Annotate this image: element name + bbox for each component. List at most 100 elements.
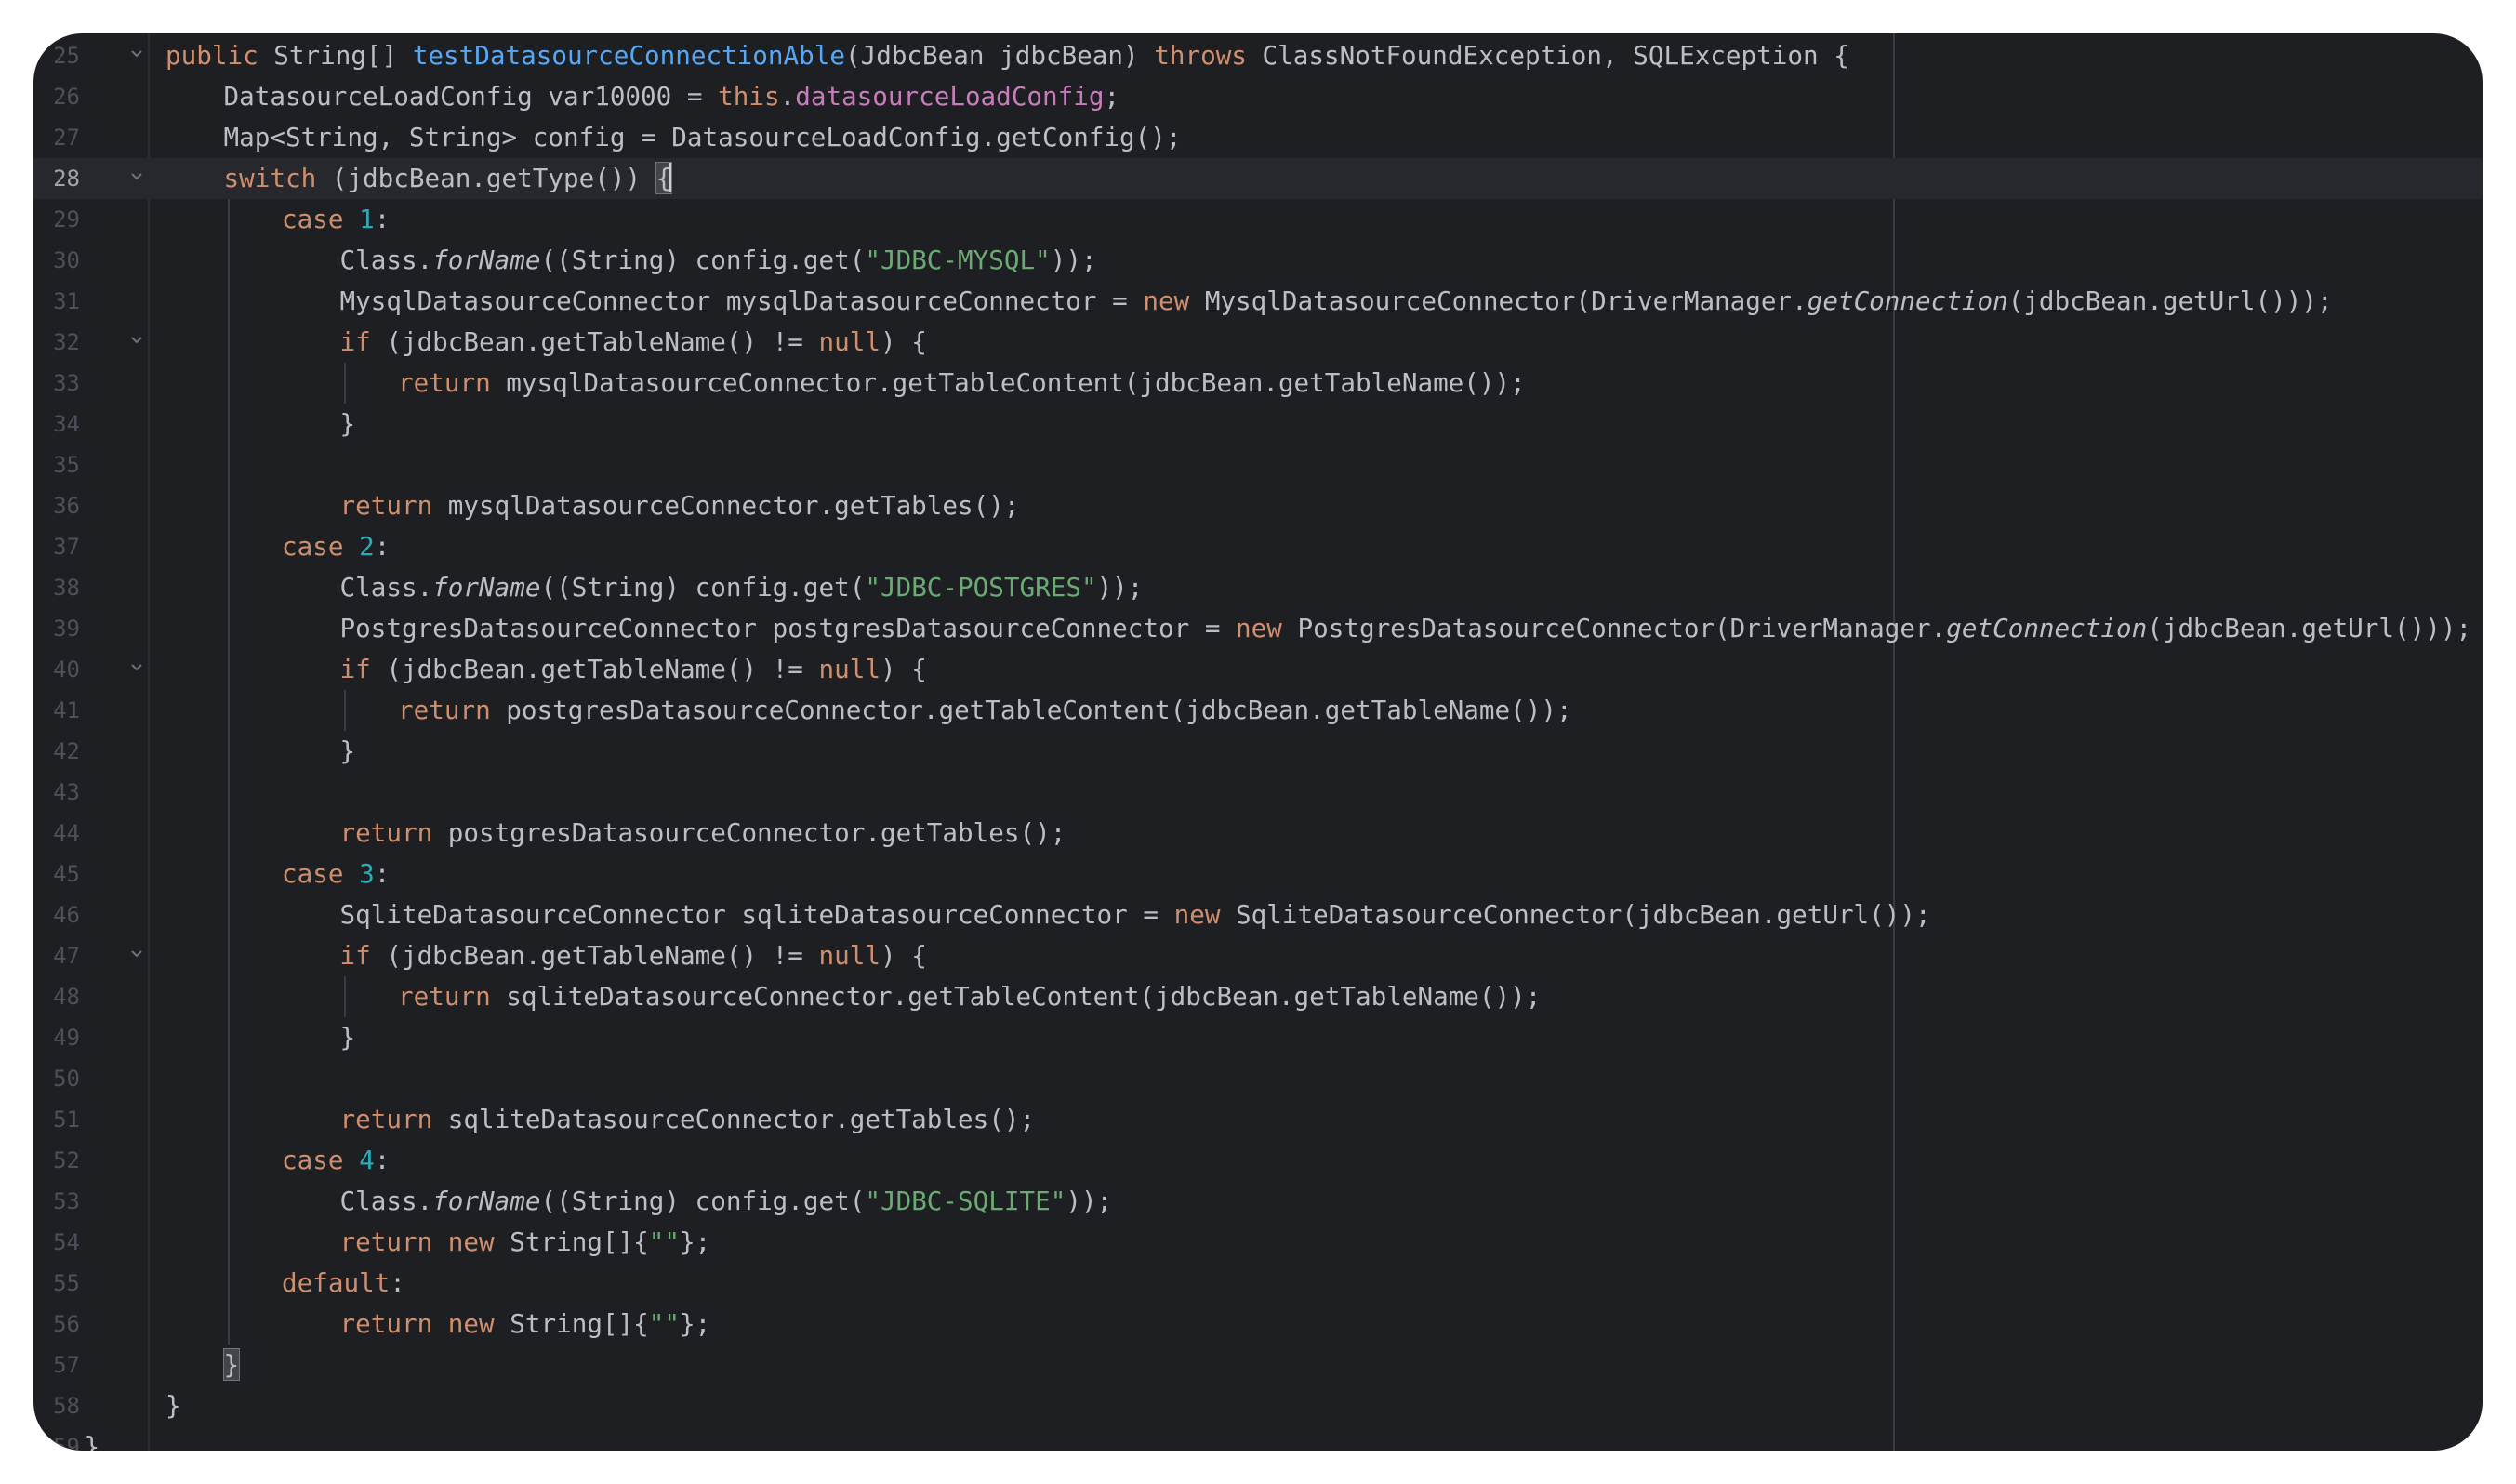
code-text: switch (jdbcBean.getType()) { [224, 158, 673, 199]
token-plain: : [390, 1267, 405, 1298]
line-number: 45 [53, 861, 80, 887]
line-number: 47 [53, 943, 80, 969]
token-plain: ClassNotFoundException, SQLException { [1262, 40, 1849, 71]
line-number: 39 [53, 616, 80, 642]
code-text: case 2: [282, 526, 390, 567]
code-text: } [85, 1426, 100, 1451]
token-str: "" [648, 1226, 680, 1257]
code-line[interactable]: 34} [33, 404, 2483, 444]
code-line[interactable]: 35 [33, 444, 2483, 485]
token-field: datasourceLoadConfig [795, 81, 1105, 112]
line-number: 42 [53, 738, 80, 764]
token-kw: return [398, 367, 507, 398]
token-kw: return [398, 981, 507, 1012]
line-number: 58 [53, 1393, 80, 1419]
token-plain: PostgresDatasourceConnector(DriverManage… [1297, 613, 1947, 643]
code-line[interactable]: 37 case 2: [33, 526, 2483, 567]
indent-guide [343, 363, 346, 404]
token-kw: default [282, 1267, 391, 1298]
code-line[interactable]: 59} [33, 1426, 2483, 1451]
chevron-down-icon[interactable] [126, 658, 147, 679]
code-line[interactable]: 43 [33, 772, 2483, 813]
code-line[interactable]: 36 return mysqlDatasourceConnector.getTab… [33, 485, 2483, 526]
code-line[interactable]: 38 Class.forName((String) config.get("JDB… [33, 567, 2483, 608]
token-plain: }; [680, 1226, 711, 1257]
code-text: } [222, 1345, 241, 1385]
code-line[interactable]: 57} [33, 1345, 2483, 1385]
code-line[interactable]: 31 MysqlDatasourceConnector mysqlDatasour… [33, 281, 2483, 322]
token-kw: case [282, 204, 360, 234]
code-line[interactable]: 42} [33, 731, 2483, 772]
token-plain: mysqlDatasourceConnector.getTables(); [447, 490, 1020, 521]
token-str: "" [648, 1308, 680, 1339]
token-plain: : [374, 858, 391, 889]
token-plain: . [779, 81, 796, 112]
code-line[interactable]: 45 case 3: [33, 854, 2483, 894]
code-line[interactable]: 41 return postgresDatasourceConnector.get… [33, 690, 2483, 731]
token-num: 2 [359, 531, 375, 562]
token-kw: case [282, 1145, 360, 1175]
code-line[interactable]: 33 return mysqlDatasourceConnector.getTab… [33, 363, 2483, 404]
code-line[interactable]: 48 return sqliteDatasourceConnector.getTa… [33, 976, 2483, 1017]
code-line[interactable]: 32 if (jdbcBean.getTableName() != null) { [33, 322, 2483, 363]
code-line[interactable]: 28 switch (jdbcBean.getType()) { [33, 158, 2483, 199]
token-static: forName [432, 245, 541, 275]
code-text: Class.forName((String) config.get("JDBC-… [340, 240, 1097, 281]
code-line[interactable]: 50 [33, 1058, 2483, 1099]
code-line[interactable]: 55 default: [33, 1263, 2483, 1304]
token-plain: (jdbcBean.getTableName() != [386, 326, 819, 357]
token-plain: PostgresDatasourceConnector postgresData… [339, 613, 1237, 643]
indent-guide [227, 199, 230, 1345]
line-number: 48 [53, 984, 80, 1010]
token-kw: return new [339, 1226, 510, 1257]
token-num: 4 [359, 1145, 375, 1175]
line-number: 49 [53, 1025, 80, 1051]
token-plain: )); [1066, 1186, 1113, 1216]
code-line[interactable]: 51 return sqliteDatasourceConnector.getTa… [33, 1099, 2483, 1140]
code-line[interactable]: 58} [33, 1385, 2483, 1426]
code-text: return mysqlDatasourceConnector.getTable… [340, 485, 1020, 526]
code-line[interactable]: 49} [33, 1017, 2483, 1058]
code-line[interactable]: 26 DatasourceLoadConfig var10000 = this.d… [33, 76, 2483, 117]
line-number: 54 [53, 1229, 80, 1255]
code-text: return new String[]{""}; [340, 1304, 711, 1345]
token-kw: case [282, 858, 360, 889]
code-text: } [340, 1017, 356, 1058]
code-editor[interactable]: 25 public String[] testDatasourceConnecti… [33, 33, 2483, 1451]
token-kw: this [718, 81, 780, 112]
line-number: 34 [53, 411, 80, 437]
code-line[interactable]: 29 case 1: [33, 199, 2483, 240]
code-line[interactable]: 40 if (jdbcBean.getTableName() != null) { [33, 649, 2483, 690]
code-text: return sqliteDatasourceConnector.getTabl… [340, 1099, 1036, 1140]
line-number: 56 [53, 1311, 80, 1337]
chevron-down-icon[interactable] [126, 945, 147, 965]
token-fn: testDatasourceConnectionAble [412, 40, 845, 71]
token-plain: (JdbcBean jdbcBean) [844, 40, 1155, 71]
code-line[interactable]: 25 public String[] testDatasourceConnecti… [33, 35, 2483, 76]
token-plain: MysqlDatasourceConnector(DriverManager. [1204, 285, 1808, 316]
code-line[interactable]: 30 Class.forName((String) config.get("JDB… [33, 240, 2483, 281]
token-plain: SqliteDatasourceConnector(jdbcBean.getUr… [1236, 899, 1931, 930]
token-num: 3 [359, 858, 375, 889]
code-line[interactable]: 46 SqliteDatasourceConnector sqliteDataso… [33, 894, 2483, 935]
code-line[interactable]: 44 return postgresDatasourceConnector.get… [33, 813, 2483, 854]
code-line[interactable]: 47 if (jdbcBean.getTableName() != null) { [33, 935, 2483, 976]
code-line[interactable]: 27 Map<String, String> config = Datasourc… [33, 117, 2483, 158]
code-line[interactable]: 54 return new String[]{""}; [33, 1222, 2483, 1263]
code-line[interactable]: 39 PostgresDatasourceConnector postgresDa… [33, 608, 2483, 649]
code-text: return new String[]{""}; [340, 1222, 711, 1263]
chevron-down-icon[interactable] [126, 331, 147, 351]
token-str: "JDBC-MYSQL" [865, 245, 1051, 275]
code-text: Class.forName((String) config.get("JDBC-… [340, 1181, 1113, 1222]
code-text: SqliteDatasourceConnector sqliteDatasour… [340, 894, 1931, 935]
code-line[interactable]: 56 return new String[]{""}; [33, 1304, 2483, 1345]
chevron-down-icon[interactable] [126, 167, 147, 188]
code-line[interactable]: 53 Class.forName((String) config.get("JDB… [33, 1181, 2483, 1222]
code-text: } [340, 731, 356, 772]
token-plain: (jdbcBean.getUrl())); [2007, 285, 2333, 316]
chevron-down-icon[interactable] [126, 45, 147, 65]
line-number: 32 [53, 329, 80, 355]
code-line[interactable]: 52 case 4: [33, 1140, 2483, 1181]
token-kw: throws [1154, 40, 1263, 71]
indent-guide [343, 976, 346, 1017]
